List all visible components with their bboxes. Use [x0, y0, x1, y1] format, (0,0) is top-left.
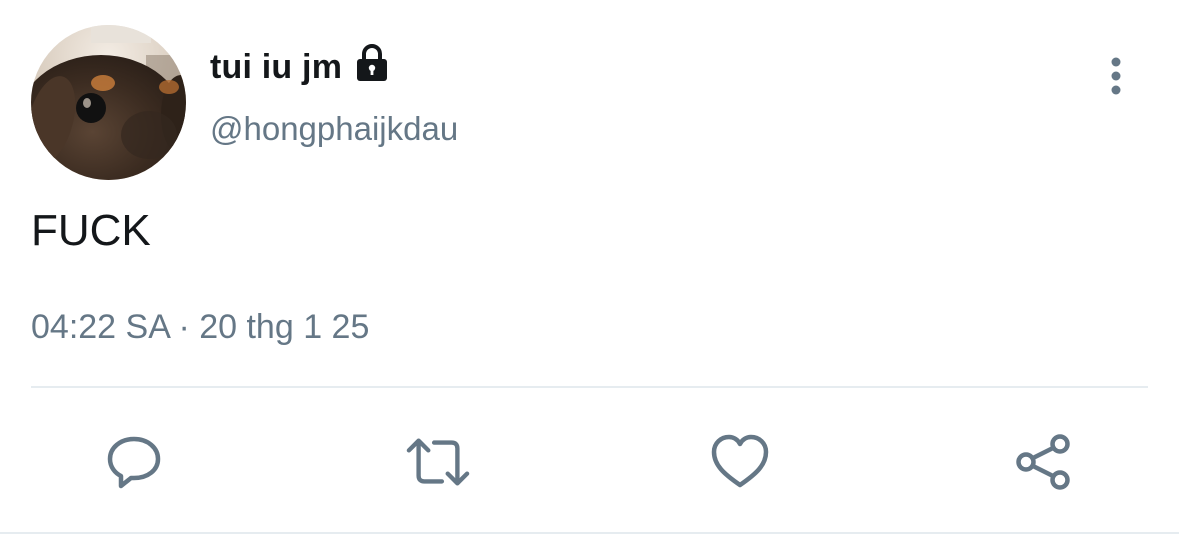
tweet-text: FUCK: [31, 206, 151, 255]
share-icon: [1016, 434, 1070, 490]
reply-button[interactable]: [102, 430, 166, 494]
share-button[interactable]: [1012, 430, 1076, 494]
lock-icon: [352, 43, 392, 83]
display-name-row: tui iu jm: [210, 42, 392, 92]
display-name[interactable]: tui iu jm: [210, 48, 342, 87]
tweet-timestamp[interactable]: 04:22 SA · 20 thg 1 25: [31, 308, 369, 347]
retweet-button[interactable]: [406, 430, 470, 494]
reply-icon: [107, 436, 161, 489]
more-vertical-icon: [1111, 57, 1121, 95]
heart-icon: [711, 434, 769, 488]
user-handle[interactable]: @hongphaijkdau: [210, 110, 458, 148]
like-button[interactable]: [708, 430, 772, 494]
avatar[interactable]: [31, 25, 186, 180]
divider: [31, 386, 1148, 388]
retweet-icon: [406, 438, 470, 486]
dog-avatar-image: [31, 25, 186, 180]
more-options-button[interactable]: [1096, 52, 1136, 100]
bottom-divider: [0, 532, 1179, 534]
tweet-card: tui iu jm @hongphaijkdau FUCK 04:22 SA ·…: [0, 0, 1179, 552]
